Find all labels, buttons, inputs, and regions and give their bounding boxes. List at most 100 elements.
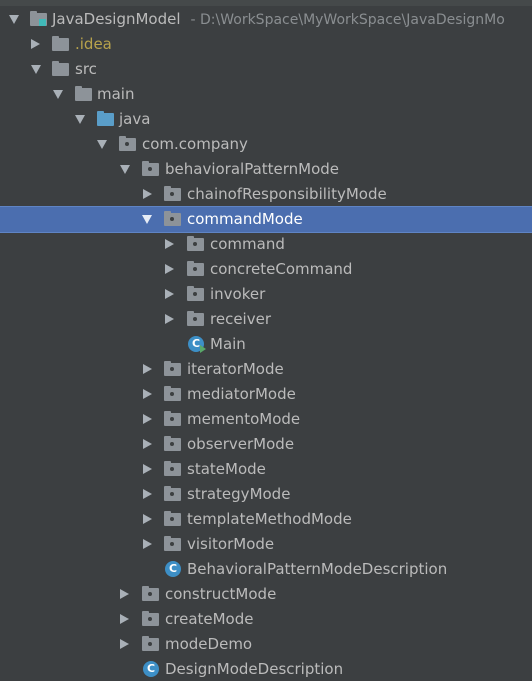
- tree-row-template-method-mode[interactable]: templateMethodMode: [0, 507, 532, 532]
- collapsed-arrow-icon[interactable]: [120, 614, 129, 624]
- tree-node-label: stateMode: [187, 460, 266, 478]
- tree-row-observer-mode[interactable]: observerMode: [0, 432, 532, 457]
- tree-node-label: constructMode: [165, 585, 277, 603]
- tree-row-behavioral-pattern-mode-description[interactable]: C BehavioralPatternModeDescription: [0, 557, 532, 582]
- package-icon: [142, 161, 159, 176]
- collapsed-arrow-icon[interactable]: [165, 239, 174, 249]
- tree-row-behavioral-pattern-mode[interactable]: behavioralPatternMode: [0, 157, 532, 182]
- package-icon: [142, 611, 159, 626]
- tree-row-main[interactable]: main: [0, 82, 532, 107]
- tree-node-label: templateMethodMode: [187, 510, 352, 528]
- tree-row-strategy-mode[interactable]: strategyMode: [0, 482, 532, 507]
- tree-node-label: visitorMode: [187, 535, 275, 553]
- tree-row-root[interactable]: JavaDesignModel - D:\WorkSpace\MyWorkSpac…: [0, 7, 532, 32]
- collapsed-arrow-icon[interactable]: [143, 514, 152, 524]
- collapsed-arrow-icon[interactable]: [143, 389, 152, 399]
- expand-arrow-icon[interactable]: [53, 90, 63, 99]
- package-icon: [164, 536, 181, 551]
- tree-node-label: modeDemo: [165, 635, 253, 653]
- tree-node-label: iteratorMode: [187, 360, 284, 378]
- project-tree[interactable]: JavaDesignModel - D:\WorkSpace\MyWorkSpac…: [0, 7, 532, 681]
- package-icon: [164, 436, 181, 451]
- tree-row-mediator-mode[interactable]: mediatorMode: [0, 382, 532, 407]
- package-icon: [119, 136, 136, 151]
- tree-row-mode-demo[interactable]: modeDemo: [0, 632, 532, 657]
- tree-row-concrete-command[interactable]: concreteCommand: [0, 257, 532, 282]
- tree-row-visitor-mode[interactable]: visitorMode: [0, 532, 532, 557]
- collapsed-arrow-icon[interactable]: [165, 264, 174, 274]
- tree-row-src[interactable]: src: [0, 57, 532, 82]
- expand-arrow-icon[interactable]: [31, 65, 41, 74]
- collapsed-arrow-icon[interactable]: [143, 364, 152, 374]
- tree-node-label: receiver: [210, 310, 271, 328]
- collapsed-arrow-icon[interactable]: [143, 539, 152, 549]
- tree-node-label: chainofResponsibilityMode: [187, 185, 387, 203]
- window-top-strip: [0, 0, 532, 6]
- collapsed-arrow-icon[interactable]: [165, 314, 174, 324]
- tree-node-label: .idea: [75, 35, 112, 53]
- folder-icon: [52, 36, 69, 51]
- project-path: - D:\WorkSpace\MyWorkSpace\JavaDesignMo: [190, 12, 505, 28]
- collapsed-arrow-icon[interactable]: [143, 464, 152, 474]
- package-icon: [164, 411, 181, 426]
- collapsed-arrow-icon[interactable]: [143, 414, 152, 424]
- source-folder-icon: [97, 111, 114, 126]
- collapsed-arrow-icon[interactable]: [143, 489, 152, 499]
- tree-row-memento-mode[interactable]: mementoMode: [0, 407, 532, 432]
- package-icon: [164, 361, 181, 376]
- tree-node-label: DesignModeDescription: [165, 660, 344, 678]
- tree-node-label: main: [97, 85, 135, 103]
- tree-row-state-mode[interactable]: stateMode: [0, 457, 532, 482]
- package-icon: [164, 186, 181, 201]
- tree-row-construct-mode[interactable]: constructMode: [0, 582, 532, 607]
- tree-row-chain-of-responsibility-mode[interactable]: chainofResponsibilityMode: [0, 182, 532, 207]
- tree-node-label: behavioralPatternMode: [165, 160, 340, 178]
- tree-row-receiver[interactable]: receiver: [0, 307, 532, 332]
- collapsed-arrow-icon[interactable]: [165, 289, 174, 299]
- class-icon: C: [143, 661, 159, 677]
- tree-row-com-company[interactable]: com.company: [0, 132, 532, 157]
- module-folder-icon: [30, 11, 47, 26]
- collapsed-arrow-icon[interactable]: [120, 639, 129, 649]
- project-name: JavaDesignModel: [52, 10, 181, 28]
- expand-arrow-icon[interactable]: [142, 215, 152, 224]
- collapsed-arrow-icon[interactable]: [143, 439, 152, 449]
- expand-arrow-icon[interactable]: [9, 15, 19, 24]
- package-icon: [164, 486, 181, 501]
- package-icon: [187, 286, 204, 301]
- tree-row-command-mode[interactable]: commandMode: [0, 206, 532, 233]
- expand-arrow-icon[interactable]: [97, 140, 107, 149]
- collapsed-arrow-icon[interactable]: [143, 189, 152, 199]
- tree-node-label: JavaDesignModel - D:\WorkSpace\MyWorkSpac…: [52, 7, 505, 32]
- tree-row-iterator-mode[interactable]: iteratorMode: [0, 357, 532, 382]
- tree-node-label: createMode: [165, 610, 254, 628]
- expand-arrow-icon[interactable]: [75, 115, 85, 124]
- class-icon: C: [165, 561, 181, 577]
- tree-node-label: observerMode: [187, 435, 295, 453]
- tree-node-label: strategyMode: [187, 485, 291, 503]
- tree-node-label: mementoMode: [187, 410, 301, 428]
- collapsed-arrow-icon[interactable]: [120, 589, 129, 599]
- tree-row-invoker[interactable]: invoker: [0, 282, 532, 307]
- tree-row-main-class[interactable]: C Main: [0, 332, 532, 357]
- tree-row-java[interactable]: java: [0, 107, 532, 132]
- package-icon: [164, 511, 181, 526]
- tree-row-create-mode[interactable]: createMode: [0, 607, 532, 632]
- tree-node-label: src: [75, 60, 97, 78]
- tree-node-label: Main: [210, 335, 246, 353]
- tree-node-label: java: [119, 110, 151, 128]
- package-icon: [164, 211, 181, 226]
- tree-node-label: command: [210, 235, 285, 253]
- collapsed-arrow-icon[interactable]: [31, 39, 40, 49]
- expand-arrow-icon[interactable]: [120, 165, 130, 174]
- package-icon: [142, 586, 159, 601]
- package-icon: [164, 386, 181, 401]
- package-icon: [187, 311, 204, 326]
- tree-row-command[interactable]: command: [0, 232, 532, 257]
- tree-node-label: invoker: [210, 285, 266, 303]
- tree-node-label: concreteCommand: [210, 260, 353, 278]
- tree-row-idea[interactable]: .idea: [0, 32, 532, 57]
- package-icon: [164, 461, 181, 476]
- tree-row-design-mode-description[interactable]: C DesignModeDescription: [0, 657, 532, 681]
- package-icon: [142, 636, 159, 651]
